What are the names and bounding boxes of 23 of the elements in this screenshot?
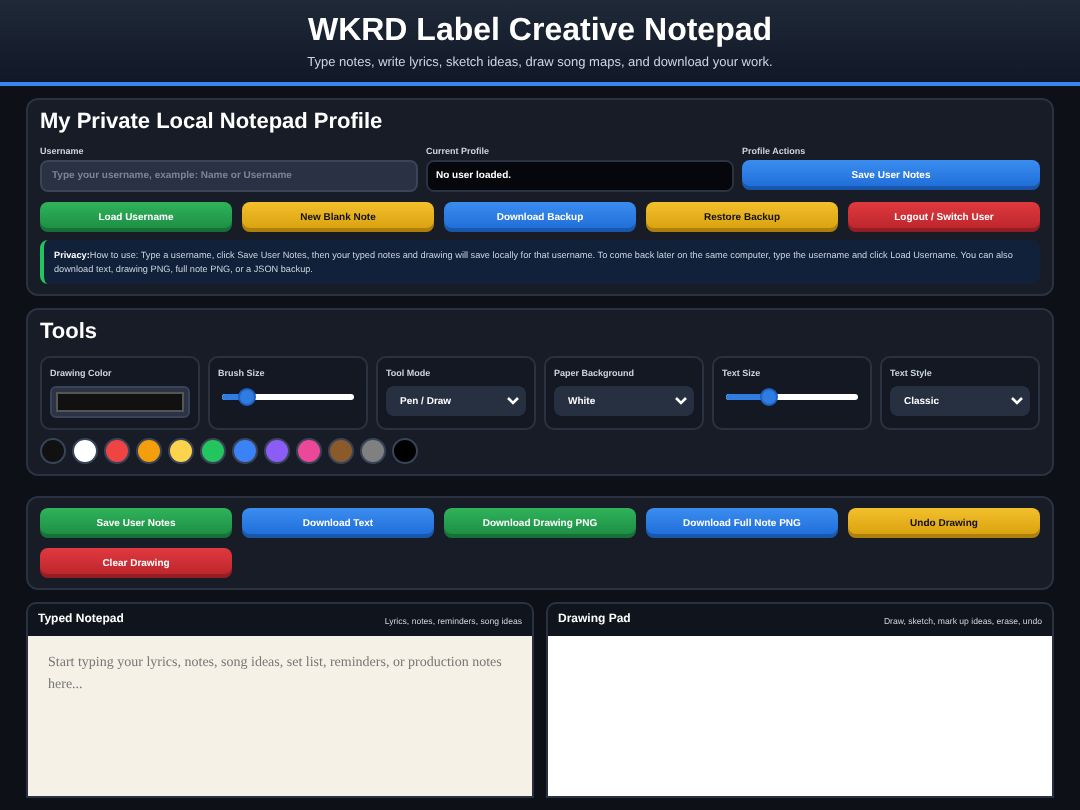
color-swatch[interactable] (328, 438, 354, 465)
color-swatch[interactable] (136, 438, 162, 465)
color-swatch[interactable] (392, 438, 418, 465)
color-swatch[interactable] (200, 438, 226, 465)
slider-thumb[interactable] (238, 388, 257, 407)
section-title: My Private Local Notepad Profile (40, 110, 385, 134)
chevron-down-icon (1010, 396, 1024, 407)
slider-track[interactable] (222, 394, 354, 401)
color-swatch[interactable] (72, 438, 98, 465)
section-title: Tools (40, 320, 100, 345)
chevron-down-icon (674, 396, 688, 407)
slider-thumb[interactable] (759, 388, 778, 407)
color-swatch[interactable] (40, 438, 66, 465)
color-swatch[interactable] (296, 438, 322, 465)
app-title: WKRD Label Creative Notepad (305, 14, 775, 50)
color-swatch[interactable] (168, 438, 194, 465)
color-picker[interactable] (50, 386, 190, 419)
slider-track[interactable] (726, 394, 858, 401)
color-swatch[interactable] (104, 438, 130, 465)
color-swatch[interactable] (264, 438, 290, 465)
chevron-down-icon (506, 396, 520, 407)
color-swatch[interactable] (232, 438, 258, 465)
color-swatch[interactable] (360, 438, 386, 465)
